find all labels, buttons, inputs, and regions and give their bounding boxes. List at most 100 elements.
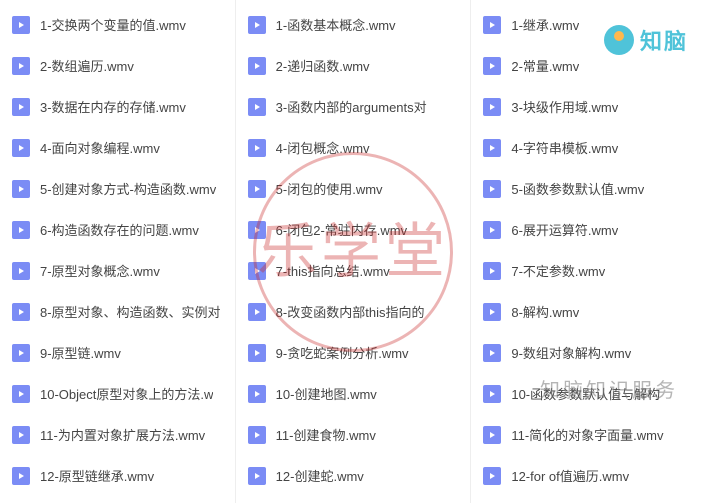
file-item[interactable]: 3-函数内部的arguments对 — [236, 86, 471, 127]
file-item[interactable]: 7-this指向总结.wmv — [236, 250, 471, 291]
file-item[interactable]: 1-交换两个变量的值.wmv — [0, 4, 235, 45]
file-item[interactable]: 9-原型链.wmv — [0, 332, 235, 373]
video-file-icon — [248, 303, 266, 321]
file-item[interactable]: 6-闭包2-常驻内存.wmv — [236, 209, 471, 250]
file-name: 12-原型链继承.wmv — [40, 466, 154, 485]
file-name: 6-构造函数存在的问题.wmv — [40, 220, 199, 239]
file-item[interactable]: 11-为内置对象扩展方法.wmv — [0, 414, 235, 455]
file-name: 7-原型对象概念.wmv — [40, 261, 160, 280]
file-item[interactable]: 10-函数参数默认值与解构 — [471, 373, 706, 414]
file-item[interactable]: 2-常量.wmv — [471, 45, 706, 86]
file-item[interactable]: 2-数组遍历.wmv — [0, 45, 235, 86]
file-item[interactable]: 11-简化的对象字面量.wmv — [471, 414, 706, 455]
file-name: 2-数组遍历.wmv — [40, 56, 134, 75]
file-item[interactable]: 11-创建食物.wmv — [236, 414, 471, 455]
file-name: 7-this指向总结.wmv — [276, 261, 390, 280]
file-item[interactable]: 3-块级作用域.wmv — [471, 86, 706, 127]
file-name: 7-不定参数.wmv — [511, 261, 605, 280]
file-item[interactable]: 12-创建蛇.wmv — [236, 455, 471, 496]
file-name: 4-面向对象编程.wmv — [40, 138, 160, 157]
file-item[interactable]: 8-改变函数内部this指向的 — [236, 291, 471, 332]
file-name: 2-递归函数.wmv — [276, 56, 370, 75]
file-name: 4-字符串模板.wmv — [511, 138, 618, 157]
file-item[interactable]: 6-展开运算符.wmv — [471, 209, 706, 250]
video-file-icon — [248, 262, 266, 280]
file-name: 10-函数参数默认值与解构 — [511, 384, 660, 403]
file-item[interactable]: 1-继承.wmv — [471, 4, 706, 45]
file-item[interactable]: 5-创建对象方式-构造函数.wmv — [0, 168, 235, 209]
file-name: 1-继承.wmv — [511, 15, 579, 34]
file-name: 9-数组对象解构.wmv — [511, 343, 631, 362]
file-column: 1-函数基本概念.wmv 2-递归函数.wmv 3-函数内部的arguments对 4… — [236, 0, 472, 503]
file-column: 1-继承.wmv 2-常量.wmv 3-块级作用域.wmv 4-字符串模板.wmv 5-… — [471, 0, 706, 503]
file-name: 3-块级作用域.wmv — [511, 97, 618, 116]
file-name: 9-原型链.wmv — [40, 343, 121, 362]
video-file-icon — [248, 180, 266, 198]
video-file-icon — [248, 385, 266, 403]
video-file-icon — [483, 16, 501, 34]
video-file-icon — [483, 385, 501, 403]
video-file-icon — [12, 344, 30, 362]
video-file-icon — [483, 221, 501, 239]
video-file-icon — [248, 98, 266, 116]
video-file-icon — [483, 467, 501, 485]
video-file-icon — [483, 262, 501, 280]
file-name: 4-闭包概念.wmv — [276, 138, 370, 157]
file-item[interactable]: 7-不定参数.wmv — [471, 250, 706, 291]
video-file-icon — [12, 57, 30, 75]
file-name: 3-数据在内存的存储.wmv — [40, 97, 186, 116]
video-file-icon — [248, 16, 266, 34]
file-item[interactable]: 10-Object原型对象上的方法.w — [0, 373, 235, 414]
video-file-icon — [12, 426, 30, 444]
file-item[interactable]: 8-解构.wmv — [471, 291, 706, 332]
video-file-icon — [12, 262, 30, 280]
file-item[interactable]: 2-递归函数.wmv — [236, 45, 471, 86]
file-name: 6-展开运算符.wmv — [511, 220, 618, 239]
file-item[interactable]: 12-for of值遍历.wmv — [471, 455, 706, 496]
file-item[interactable]: 5-闭包的使用.wmv — [236, 168, 471, 209]
video-file-icon — [248, 426, 266, 444]
file-item[interactable]: 8-原型对象、构造函数、实例对 — [0, 291, 235, 332]
file-name: 5-创建对象方式-构造函数.wmv — [40, 179, 216, 198]
video-file-icon — [12, 98, 30, 116]
file-item[interactable]: 9-数组对象解构.wmv — [471, 332, 706, 373]
video-file-icon — [12, 385, 30, 403]
video-file-icon — [483, 139, 501, 157]
file-name: 1-函数基本概念.wmv — [276, 15, 396, 34]
file-name: 1-交换两个变量的值.wmv — [40, 15, 186, 34]
file-item[interactable]: 1-函数基本概念.wmv — [236, 4, 471, 45]
file-name: 11-创建食物.wmv — [276, 425, 376, 444]
file-name: 12-创建蛇.wmv — [276, 466, 364, 485]
file-name: 12-for of值遍历.wmv — [511, 466, 629, 485]
file-name: 11-简化的对象字面量.wmv — [511, 425, 663, 444]
file-item[interactable]: 4-面向对象编程.wmv — [0, 127, 235, 168]
file-name: 3-函数内部的arguments对 — [276, 97, 427, 116]
file-item[interactable]: 9-贪吃蛇案例分析.wmv — [236, 332, 471, 373]
video-file-icon — [483, 98, 501, 116]
file-name: 8-改变函数内部this指向的 — [276, 302, 425, 321]
file-item[interactable]: 4-闭包概念.wmv — [236, 127, 471, 168]
file-item[interactable]: 7-原型对象概念.wmv — [0, 250, 235, 291]
file-name: 8-原型对象、构造函数、实例对 — [40, 302, 221, 321]
file-item[interactable]: 3-数据在内存的存储.wmv — [0, 86, 235, 127]
video-file-icon — [12, 221, 30, 239]
video-file-icon — [248, 467, 266, 485]
file-item[interactable]: 12-原型链继承.wmv — [0, 455, 235, 496]
video-file-icon — [483, 344, 501, 362]
file-item[interactable]: 6-构造函数存在的问题.wmv — [0, 209, 235, 250]
file-name: 8-解构.wmv — [511, 302, 579, 321]
file-item[interactable]: 10-创建地图.wmv — [236, 373, 471, 414]
video-file-icon — [483, 180, 501, 198]
file-name: 2-常量.wmv — [511, 56, 579, 75]
video-file-icon — [483, 57, 501, 75]
video-file-icon — [248, 221, 266, 239]
file-name: 10-创建地图.wmv — [276, 384, 377, 403]
file-item[interactable]: 4-字符串模板.wmv — [471, 127, 706, 168]
video-file-icon — [12, 303, 30, 321]
file-columns: 1-交换两个变量的值.wmv 2-数组遍历.wmv 3-数据在内存的存储.wmv 4-… — [0, 0, 706, 503]
file-name: 6-闭包2-常驻内存.wmv — [276, 220, 407, 239]
video-file-icon — [12, 139, 30, 157]
file-name: 10-Object原型对象上的方法.w — [40, 384, 213, 403]
video-file-icon — [248, 57, 266, 75]
file-item[interactable]: 5-函数参数默认值.wmv — [471, 168, 706, 209]
